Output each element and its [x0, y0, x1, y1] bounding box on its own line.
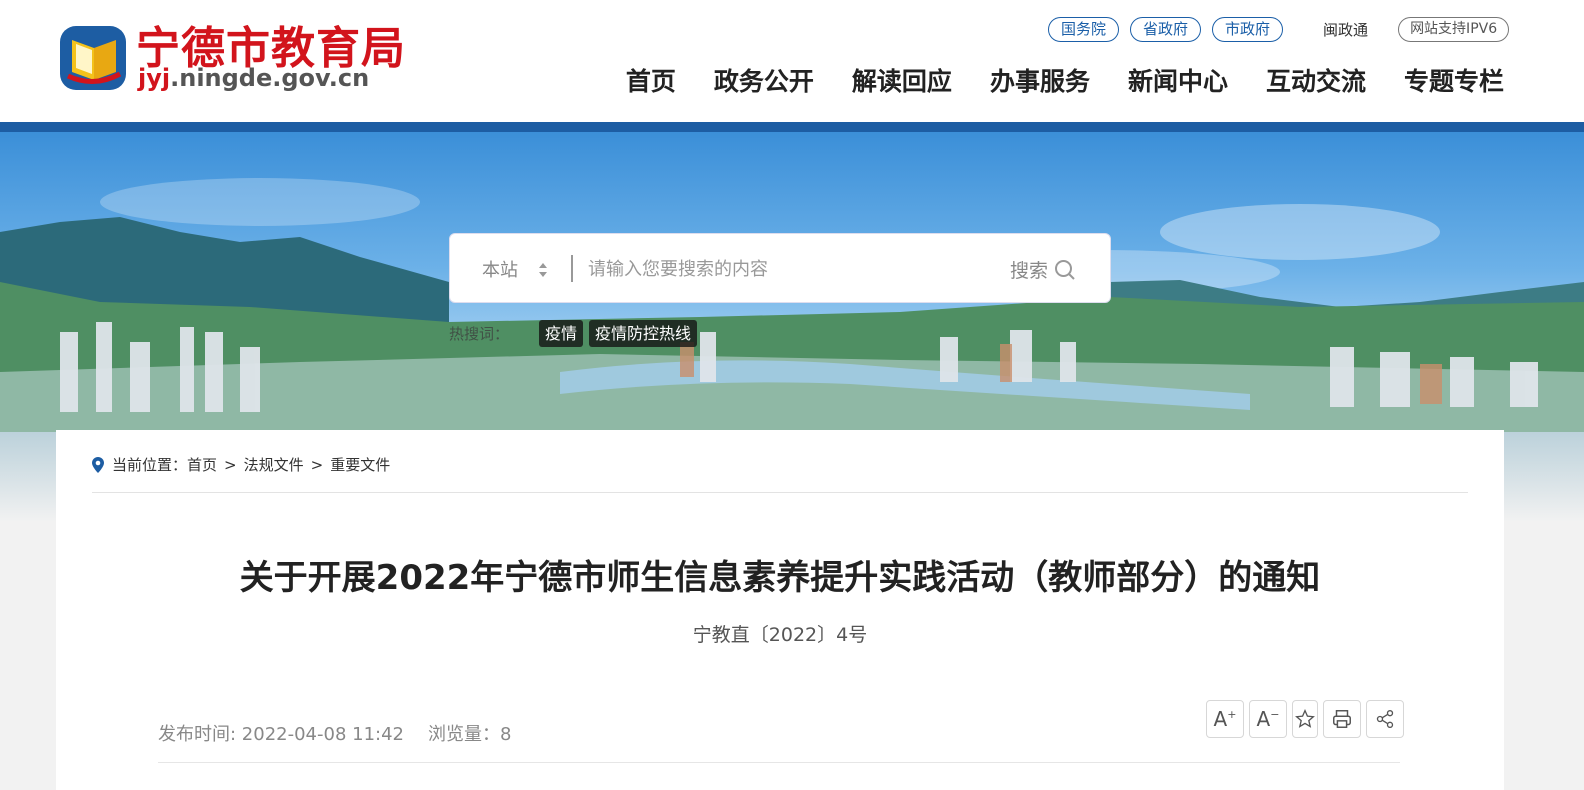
link-state-council[interactable]: 国务院 [1048, 16, 1120, 42]
hot-search-words: 热搜词： 疫情 疫情防控热线 [449, 320, 703, 347]
publish-time: 发布时间: 2022-04-08 11:42 [158, 724, 404, 745]
link-province-gov[interactable]: 省政府 [1130, 16, 1202, 42]
header-divider-bar [0, 122, 1584, 132]
search-scope-select[interactable]: 本站 [482, 256, 518, 282]
nav-home[interactable]: 首页 [626, 62, 676, 98]
article-title: 关于开展2022年宁德市师生信息素养提升实践活动（教师部分）的通知 [239, 558, 1321, 598]
nav-topics[interactable]: 专题专栏 [1404, 62, 1504, 98]
meta-divider [158, 762, 1400, 763]
nav-interpretation[interactable]: 解读回应 [852, 62, 952, 98]
search-box: 本站 搜索 [449, 233, 1111, 303]
top-links: 国务院 省政府 市政府 闽政通 网站支持IPV6 [1048, 16, 1510, 42]
nav-services[interactable]: 办事服务 [990, 62, 1090, 98]
book-logo-icon [60, 26, 126, 90]
breadcrumb-label: 当前位置： [112, 456, 188, 474]
print-icon[interactable] [1323, 700, 1361, 738]
star-icon[interactable] [1292, 700, 1318, 738]
breadcrumb-important-docs[interactable]: 重要文件 [330, 454, 390, 475]
up-down-arrow-icon[interactable] [538, 261, 548, 279]
document-number: 宁教直〔2022〕4号 [692, 624, 868, 646]
nav-news[interactable]: 新闻中心 [1128, 62, 1228, 98]
search-button[interactable]: 搜索 [1010, 256, 1076, 283]
breadcrumb: 当前位置： 首页 > 法规文件 > 重要文件 [92, 454, 390, 475]
hot-tag-hotline[interactable]: 疫情防控热线 [589, 320, 698, 347]
nav-gov-affairs[interactable]: 政务公开 [714, 62, 814, 98]
article-meta: 发布时间: 2022-04-08 11:42 浏览量：8 [158, 720, 511, 746]
breadcrumb-divider [92, 492, 1468, 493]
search-input[interactable] [588, 252, 988, 286]
search-divider [571, 255, 573, 282]
location-pin-icon [92, 456, 104, 473]
hot-tag-epidemic[interactable]: 疫情 [539, 320, 584, 347]
site-logo[interactable]: 宁德市教育局 jyj.ningde.gov.cn [58, 10, 418, 100]
article-tools: A + A − [1206, 700, 1404, 738]
font-decrease-icon[interactable]: A − [1249, 700, 1287, 738]
link-minzhengtong[interactable]: 闽政通 [1323, 19, 1368, 40]
main-nav: 首页 政务公开 解读回应 办事服务 新闻中心 互动交流 专题专栏 [626, 62, 1504, 98]
breadcrumb-home[interactable]: 首页 [187, 454, 217, 475]
share-icon[interactable] [1366, 700, 1404, 738]
search-icon [1055, 259, 1075, 280]
breadcrumb-regulations[interactable]: 法规文件 [244, 454, 304, 475]
ipv6-badge: 网站支持IPV6 [1398, 16, 1510, 42]
logo-domain: jyj.ningde.gov.cn [138, 64, 370, 92]
breadcrumb-separator: > [224, 455, 237, 474]
article-panel: 当前位置： 首页 > 法规文件 > 重要文件 关于开展2022年宁德市师生信息素… [56, 430, 1504, 790]
view-count: 浏览量：8 [428, 724, 512, 745]
site-header: 宁德市教育局 jyj.ningde.gov.cn 国务院 省政府 市政府 闽政通… [0, 0, 1584, 124]
link-city-gov[interactable]: 市政府 [1212, 16, 1284, 42]
nav-interaction[interactable]: 互动交流 [1266, 62, 1366, 98]
search-button-label: 搜索 [1010, 260, 1049, 282]
hot-search-label: 热搜词： [449, 325, 510, 343]
font-increase-icon[interactable]: A + [1206, 700, 1244, 738]
breadcrumb-separator: > [310, 455, 324, 474]
